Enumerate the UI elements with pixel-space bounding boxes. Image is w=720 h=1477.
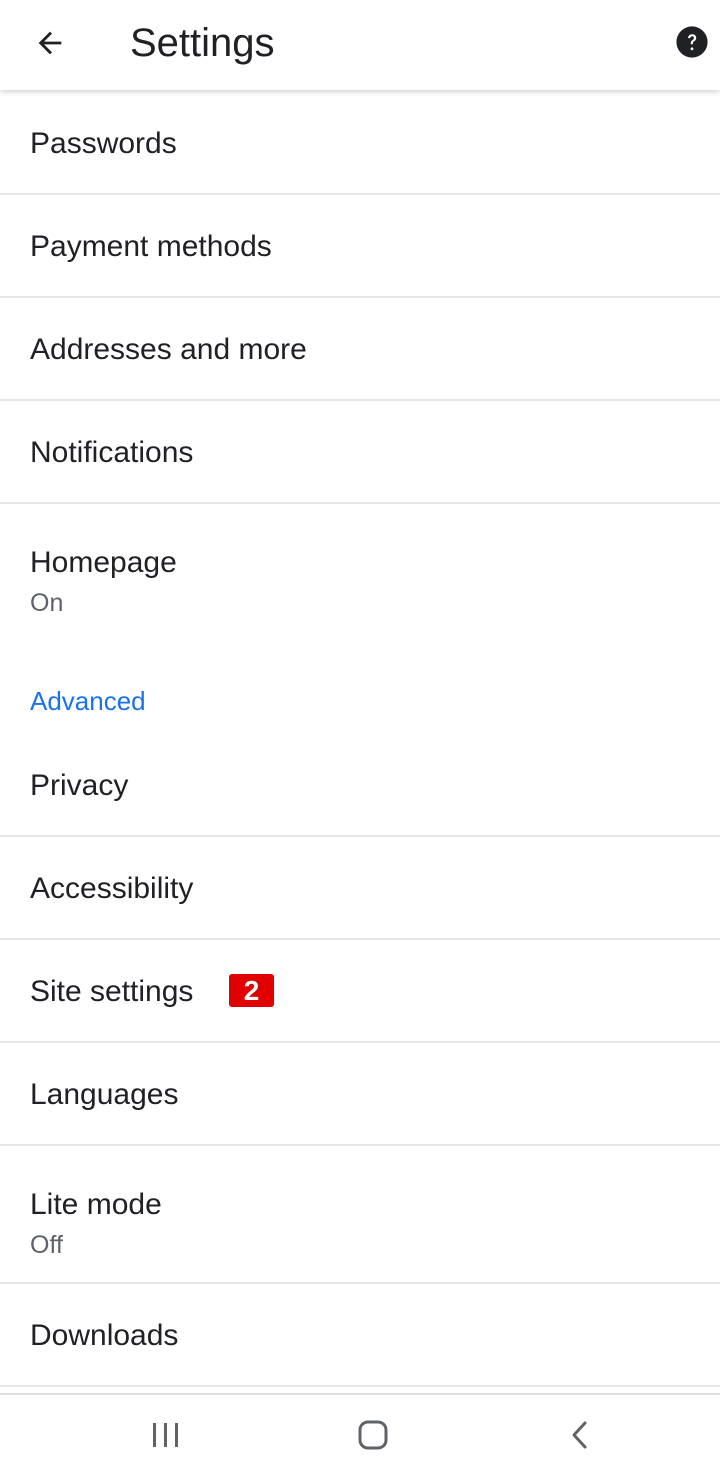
settings-item-addresses[interactable]: Addresses and more (0, 298, 720, 401)
settings-item-accessibility[interactable]: Accessibility (0, 837, 720, 940)
settings-item-downloads[interactable]: Downloads (0, 1284, 720, 1387)
settings-item-label: Passwords (30, 127, 177, 160)
home-button[interactable] (333, 1409, 413, 1465)
settings-item-label: Languages (30, 1078, 179, 1111)
settings-item-label: Accessibility (30, 872, 194, 905)
settings-list: Passwords Payment methods Addresses and … (0, 92, 720, 1387)
settings-item-label: Privacy (30, 769, 129, 802)
page-title: Settings (130, 21, 275, 65)
settings-item-summary: On (30, 589, 64, 617)
system-back-button[interactable] (540, 1409, 620, 1465)
settings-item-label: Site settings (30, 975, 194, 1008)
annotation-badge: 2 (229, 974, 274, 1007)
settings-item-label: Notifications (30, 436, 194, 469)
settings-item-label: Payment methods (30, 230, 272, 263)
back-button[interactable] (20, 17, 80, 73)
section-header-advanced: Advanced (0, 642, 720, 734)
settings-item-passwords[interactable]: Passwords (0, 92, 720, 195)
settings-item-payment-methods[interactable]: Payment methods (0, 195, 720, 298)
back-icon (567, 1419, 593, 1456)
app-bar: Settings (0, 0, 720, 90)
settings-item-privacy[interactable]: Privacy (0, 734, 720, 837)
recent-apps-icon (150, 1420, 182, 1455)
home-icon (356, 1418, 390, 1457)
settings-item-label: Addresses and more (30, 333, 307, 366)
recent-apps-button[interactable] (126, 1409, 206, 1465)
settings-item-languages[interactable]: Languages (0, 1043, 720, 1146)
settings-item-label: Homepage (30, 546, 177, 579)
system-nav-bar (0, 1393, 720, 1477)
settings-item-label: Lite mode (30, 1188, 162, 1221)
settings-item-label: Downloads (30, 1319, 179, 1352)
settings-item-homepage[interactable]: Homepage On (0, 504, 720, 642)
section-header-label: Advanced (30, 686, 146, 716)
settings-item-notifications[interactable]: Notifications (0, 401, 720, 504)
help-circle-icon (675, 25, 709, 64)
help-button[interactable] (670, 22, 714, 66)
settings-item-site-settings[interactable]: Site settings 2 (0, 940, 720, 1043)
arrow-left-icon (33, 26, 67, 65)
settings-item-lite-mode[interactable]: Lite mode Off (0, 1146, 720, 1284)
settings-item-summary: Off (30, 1231, 63, 1259)
